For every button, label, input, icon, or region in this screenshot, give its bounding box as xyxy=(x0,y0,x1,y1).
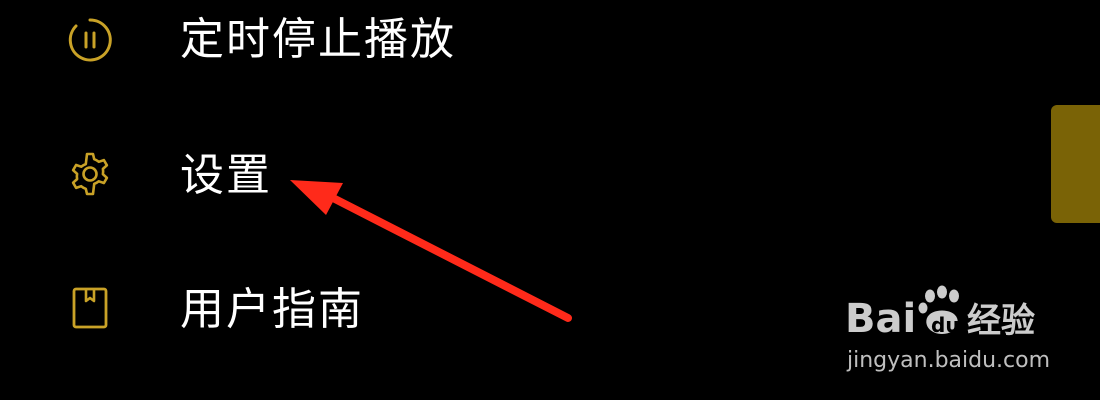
menu-item-timer-stop[interactable]: 定时停止播放 xyxy=(0,0,760,80)
baidu-jingyan-watermark: Bai du 经验 jingyan.baidu.com xyxy=(845,282,1075,382)
svg-text:Bai: Bai xyxy=(845,296,916,342)
menu-item-timer-stop-label: 定时停止播放 xyxy=(180,14,456,65)
menu-item-settings[interactable]: 设置 xyxy=(0,130,760,210)
timer-pause-icon xyxy=(66,16,114,64)
menu-item-user-guide-label: 用户指南 xyxy=(180,284,364,335)
side-drawer-handle[interactable] xyxy=(1051,105,1100,223)
menu-item-user-guide[interactable]: 用户指南 xyxy=(0,262,760,342)
menu-item-settings-label: 设置 xyxy=(180,150,272,201)
watermark-url: jingyan.baidu.com xyxy=(847,348,1051,373)
svg-text:经验: 经验 xyxy=(967,301,1035,341)
svg-text:du: du xyxy=(931,313,960,337)
baidu-logo: Bai du 经验 xyxy=(845,282,1075,342)
gear-icon xyxy=(66,150,114,198)
book-icon xyxy=(66,284,114,332)
